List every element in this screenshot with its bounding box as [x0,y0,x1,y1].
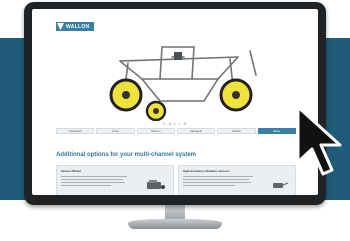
tab-fahrgestell[interactable]: Fahrgestell [56,128,95,134]
option-card[interactable]: High-accuracy vibration sensors [178,165,296,195]
tab-zubehoer[interactable]: Zubehör [217,128,256,134]
monitor: WALLON C A L I S Fahrgestell Achse Rahme… [24,2,326,205]
option-card[interactable]: Sensor-Modul [56,165,174,195]
option-card-text-line [61,182,125,184]
option-card-title: Sensor-Modul [61,169,81,173]
product-caption: C A L I S [162,121,188,126]
option-card-title: High-accuracy vibration sensors [183,169,230,173]
option-card-text-line [61,176,127,178]
option-card-text-line [183,176,253,178]
brand-name: WALLON [66,23,90,30]
tab-messgeraet[interactable]: Messgerät [176,128,216,134]
configurator-tabs: Fahrgestell Achse Rahmen Messgerät Zubeh… [56,128,296,134]
monitor-screen: WALLON C A L I S Fahrgestell Achse Rahme… [32,9,318,195]
logo-mark-icon [57,23,64,30]
option-card-image [273,182,289,188]
brand-logo[interactable]: WALLON [56,22,94,31]
option-card-text-line [183,179,249,181]
option-card-image [147,180,165,189]
monitor-stand-foot [128,219,222,229]
tab-rahmen[interactable]: Rahmen [136,128,175,134]
tab-weiter[interactable]: Weiter [257,128,296,134]
option-card-text-line [61,179,123,181]
option-card-text-line [183,182,251,184]
product-image [109,46,257,121]
section-heading: Additional options for your multi-channe… [56,152,197,158]
mouse-cursor-icon [296,105,342,176]
wheel-icon [109,78,253,121]
option-card-text-line [61,185,111,187]
tab-achse[interactable]: Achse [96,128,135,134]
option-card-text-line [183,185,235,187]
